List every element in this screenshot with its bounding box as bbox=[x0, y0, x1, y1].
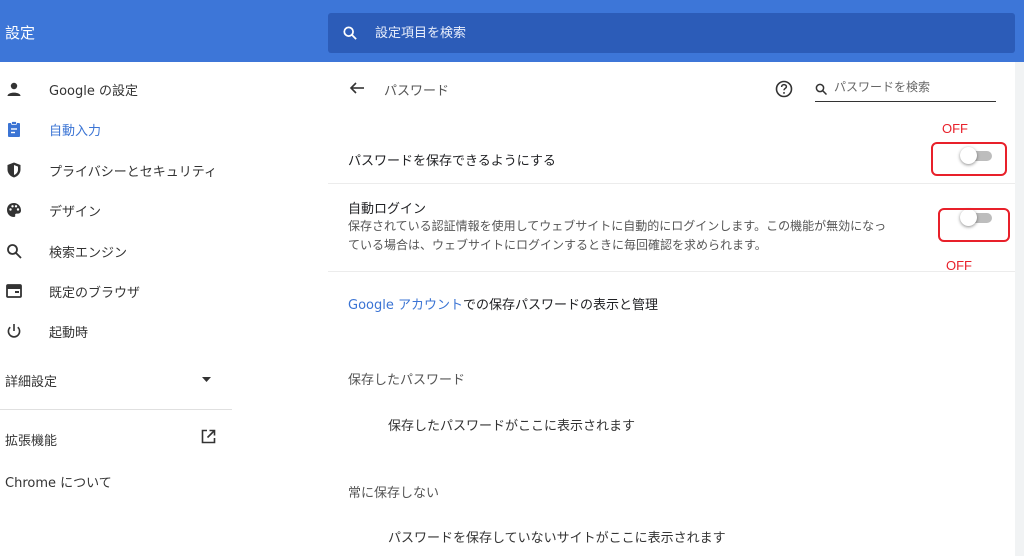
shield-icon bbox=[7, 162, 21, 178]
palette-icon bbox=[7, 203, 21, 217]
search-icon bbox=[815, 83, 827, 95]
settings-search-input[interactable] bbox=[375, 25, 975, 41]
auto-signin-description-line1: 保存されている認証情報を使用してウェブサイトに自動的にログインします。この機能が… bbox=[348, 219, 887, 233]
sidebar-about-label: Chrome について bbox=[5, 476, 112, 491]
page-title: 設定 bbox=[5, 24, 36, 42]
sidebar-advanced-label: 詳細設定 bbox=[5, 375, 58, 390]
sidebar-item-label: デザイン bbox=[49, 204, 102, 220]
sidebar-item-autofill[interactable]: 自動入力 bbox=[0, 111, 240, 147]
search-icon bbox=[343, 26, 357, 40]
sidebar-item-appearance[interactable]: デザイン bbox=[0, 192, 240, 228]
auto-signin-label: 自動ログイン bbox=[348, 202, 427, 217]
never-saved-heading: 常に保存しない bbox=[348, 486, 440, 501]
highlight-box-offer-save bbox=[931, 142, 1007, 176]
off-annotation-top: OFF bbox=[942, 121, 968, 136]
open-in-new-icon bbox=[201, 429, 216, 444]
sidebar-item-search-engine[interactable]: 検索エンジン bbox=[0, 233, 240, 269]
help-icon[interactable] bbox=[775, 80, 793, 98]
settings-search-box[interactable] bbox=[328, 13, 1015, 53]
search-icon bbox=[7, 244, 22, 259]
password-search-input[interactable] bbox=[834, 80, 994, 94]
sidebar-extensions[interactable]: 拡張機能 bbox=[5, 429, 220, 449]
sidebar-item-label: 自動入力 bbox=[49, 123, 102, 139]
password-search-field[interactable] bbox=[815, 78, 996, 102]
sidebar-item-label: Google の設定 bbox=[49, 83, 138, 99]
clipboard-icon bbox=[8, 121, 20, 137]
manage-passwords-line: Google アカウントでの保存パスワードの表示と管理 bbox=[348, 294, 658, 313]
manage-passwords-text: での保存パスワードの表示と管理 bbox=[462, 298, 658, 313]
person-icon bbox=[7, 82, 21, 96]
sidebar-item-google-settings[interactable]: Google の設定 bbox=[0, 71, 240, 107]
power-icon bbox=[7, 324, 21, 338]
sidebar-item-privacy[interactable]: プライバシーとセキュリティ bbox=[0, 152, 240, 188]
off-annotation-bottom: OFF bbox=[946, 258, 972, 273]
sidebar: Google の設定 自動入力 プライバシーとセキュリティ デザイン 検索エンジ… bbox=[0, 62, 328, 556]
browser-icon bbox=[6, 284, 22, 298]
sidebar-item-on-startup[interactable]: 起動時 bbox=[0, 313, 240, 349]
password-settings-panel: パスワード パスワードを保存できるようにする 自動ログイン 保存されている認証情… bbox=[328, 62, 1015, 556]
chevron-down-icon bbox=[202, 377, 211, 382]
sidebar-divider bbox=[0, 409, 232, 410]
sidebar-advanced[interactable]: 詳細設定 bbox=[5, 371, 215, 390]
auto-signin-description-line2: ている場合は、ウェブサイトにログインするときに毎回確認を求められます。 bbox=[348, 238, 767, 252]
sidebar-extensions-label: 拡張機能 bbox=[5, 434, 58, 449]
auto-signin-row: 自動ログイン 保存されている認証情報を使用してウェブサイトに自動的にログインしま… bbox=[328, 184, 1015, 272]
sidebar-about-chrome[interactable]: Chrome について bbox=[5, 472, 112, 491]
highlight-box-auto-signin bbox=[938, 208, 1010, 242]
top-bar: 設定 bbox=[0, 0, 1024, 62]
google-account-link[interactable]: Google アカウント bbox=[348, 298, 463, 313]
never-saved-empty-message: パスワードを保存していないサイトがここに表示されます bbox=[388, 531, 726, 546]
sidebar-item-default-browser[interactable]: 既定のブラウザ bbox=[0, 273, 240, 309]
offer-to-save-label: パスワードを保存できるようにする bbox=[348, 154, 556, 169]
sidebar-item-label: 既定のブラウザ bbox=[49, 285, 141, 301]
back-arrow-icon[interactable] bbox=[349, 80, 365, 96]
subpage-title: パスワード bbox=[384, 84, 450, 99]
saved-passwords-empty-message: 保存したパスワードがここに表示されます bbox=[388, 419, 636, 434]
saved-passwords-heading: 保存したパスワード bbox=[348, 373, 466, 388]
sidebar-item-label: プライバシーとセキュリティ bbox=[49, 164, 217, 180]
offer-to-save-row: パスワードを保存できるようにする bbox=[328, 124, 1015, 184]
sidebar-item-label: 起動時 bbox=[49, 325, 89, 341]
sidebar-item-label: 検索エンジン bbox=[49, 245, 128, 261]
